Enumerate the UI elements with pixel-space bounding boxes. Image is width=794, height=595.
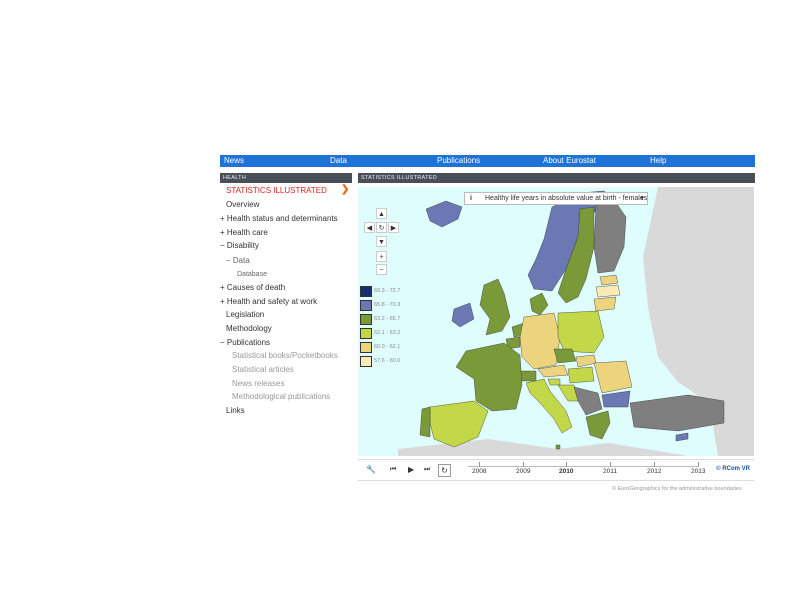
menu-health-care[interactable]: + Health care (220, 228, 268, 238)
year-2012[interactable]: 2012 (647, 462, 661, 476)
legend-swatch (360, 314, 372, 325)
year-2008[interactable]: 2008 (472, 462, 486, 476)
menu-database[interactable]: Database (237, 270, 267, 280)
menu-legislation[interactable]: Legislation (226, 310, 264, 320)
menu-news-releases[interactable]: News releases (232, 379, 284, 389)
nav-help[interactable]: Help (650, 155, 666, 167)
legend-swatch (360, 328, 372, 339)
plus-icon: + (379, 254, 384, 261)
zoom-out-button[interactable]: − (376, 264, 387, 275)
menu-methodological-publications[interactable]: Methodological publications (232, 392, 330, 402)
country-uk (479, 278, 511, 336)
legend-swatch (360, 286, 372, 297)
country-portugal (419, 406, 431, 438)
country-czechia (553, 348, 577, 364)
nav-about-eurostat[interactable]: About Eurostat (543, 155, 596, 167)
country-cyprus (675, 432, 689, 442)
pan-up-button[interactable]: ▲ (376, 208, 387, 219)
info-icon[interactable]: i (470, 193, 472, 204)
next-frame-icon[interactable]: ⏭ (424, 464, 430, 476)
year-2011[interactable]: 2011 (603, 462, 617, 476)
statistics-illustrated-header: STATISTICS ILLUSTRATED (358, 173, 755, 183)
menu-causes-of-death[interactable]: + Causes of death (220, 283, 285, 293)
country-slovenia (547, 378, 561, 386)
country-balkans-nodata (573, 386, 603, 416)
menu-statistics-illustrated[interactable]: STATISTICS ILLUSTRATED (226, 186, 327, 196)
loop-icon[interactable]: ↻ (438, 464, 451, 477)
year-2010-selected[interactable]: 2010 (559, 462, 573, 476)
play-icon[interactable]: ▶ (408, 464, 414, 476)
menu-methodology[interactable]: Methodology (226, 324, 272, 334)
year-2009[interactable]: 2009 (516, 462, 530, 476)
arrow-left-icon: ◀ (366, 225, 373, 232)
top-navigation: News Data Publications About Eurostat He… (220, 155, 755, 167)
pan-down-button[interactable]: ▼ (376, 236, 387, 247)
indicator-label: Healthy life years in absolute value at … (485, 195, 648, 202)
nav-data[interactable]: Data (330, 155, 347, 167)
minus-icon: − (379, 267, 384, 274)
country-slovakia (575, 354, 597, 368)
legend-swatch (360, 342, 372, 353)
reset-icon: ↻ (378, 225, 385, 232)
country-malta (555, 444, 561, 450)
country-lithuania (593, 296, 617, 312)
indicator-dropdown[interactable]: i Healthy life years in absolute value a… (464, 192, 648, 205)
menu-data[interactable]: − Data (226, 256, 250, 266)
first-frame-icon[interactable]: ⏮ (390, 464, 396, 476)
menu-links[interactable]: Links (226, 406, 245, 416)
country-denmark (529, 292, 549, 316)
country-ireland (451, 302, 475, 328)
timeline-bar: 🔧 ⏮ ▶ ⏭ ↻ 2008 2009 2010 2011 2012 2013 … (358, 459, 754, 481)
menu-publications[interactable]: − Publications (220, 338, 270, 348)
country-romania (593, 360, 633, 394)
menu-disability[interactable]: − Disability (220, 241, 259, 251)
country-poland (557, 310, 605, 354)
menu-statistical-articles[interactable]: Statistical articles (232, 365, 294, 375)
reset-view-button[interactable]: ↻ (376, 222, 387, 233)
nav-news[interactable]: News (224, 155, 244, 167)
pan-right-button[interactable]: ▶ (388, 222, 399, 233)
menu-health-status[interactable]: + Health status and determinants (220, 214, 338, 224)
country-switzerland (519, 370, 537, 382)
country-hungary (567, 366, 595, 384)
menu-health-safety-work[interactable]: + Health and safety at work (220, 297, 317, 307)
country-latvia (595, 284, 621, 298)
copyright-note: © EuroGeographics for the administrative… (612, 486, 742, 492)
country-greece (585, 410, 611, 440)
pan-left-button[interactable]: ◀ (364, 222, 375, 233)
menu-overview[interactable]: Overview (226, 200, 259, 210)
legend-swatch (360, 300, 372, 311)
zoom-in-button[interactable]: + (376, 251, 387, 262)
country-finland (593, 196, 627, 274)
chevron-down-icon: ▾ (640, 195, 644, 202)
settings-wrench-icon[interactable]: 🔧 (366, 464, 376, 476)
menu-statistical-books[interactable]: Statistical books/Pocketbooks (232, 351, 338, 361)
year-2013[interactable]: 2013 (691, 462, 705, 476)
country-france (455, 342, 523, 412)
map-legend: 69.3 - 72.7 65.8 - 70.3 63.2 - 65.7 62.1… (358, 286, 420, 372)
map-panel[interactable]: i Healthy life years in absolute value a… (358, 187, 754, 456)
active-arrow-icon: ❯ (341, 184, 350, 195)
brand-logo: © RCom VR (716, 466, 750, 472)
country-bulgaria (601, 390, 631, 408)
country-iceland (425, 200, 463, 228)
arrow-up-icon: ▲ (378, 211, 385, 218)
nav-publications[interactable]: Publications (437, 155, 480, 167)
arrow-right-icon: ▶ (390, 225, 397, 232)
country-turkey (629, 394, 725, 432)
country-germany (519, 312, 561, 370)
timeline-track[interactable] (468, 466, 698, 467)
health-section-header: HEALTH (220, 173, 352, 183)
arrow-down-icon: ▼ (378, 239, 385, 246)
country-estonia (599, 274, 619, 286)
legend-swatch (360, 356, 372, 367)
